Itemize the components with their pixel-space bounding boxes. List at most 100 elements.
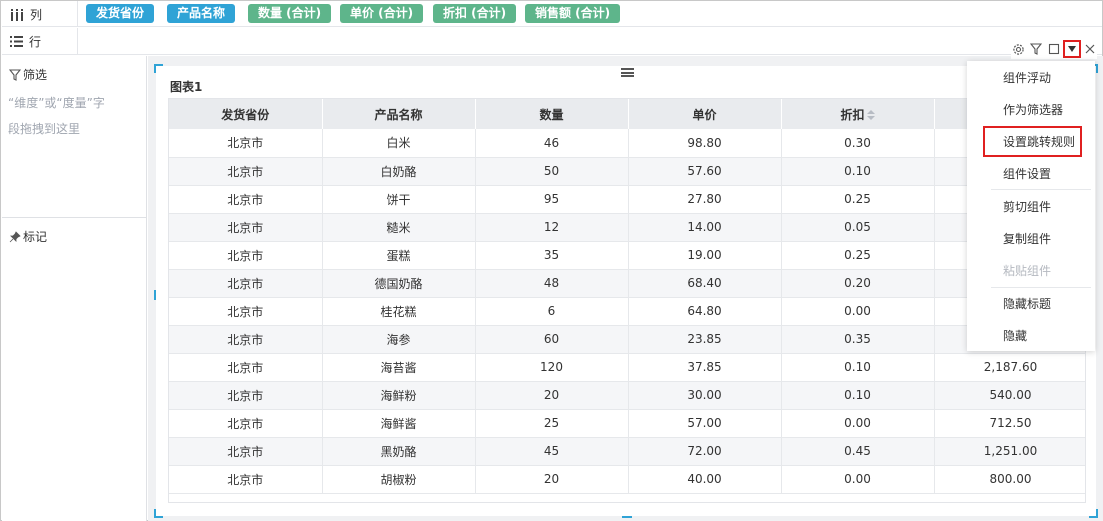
pill-province[interactable]: 发货省份 [86,4,155,23]
table-cell: 27.80 [628,185,782,214]
pill-discount-sum[interactable]: 折扣 (合计) [433,4,517,23]
table-row[interactable]: 北京市 海鲜酱 25 57.00 0.00 712.50 [169,409,1085,438]
table-row[interactable]: 北京市 德国奶酪 48 68.40 0.20 [169,269,1085,298]
table-cell: 48 [475,269,629,298]
resize-handle[interactable] [154,64,163,73]
table-row[interactable]: 北京市 饼干 95 27.80 0.25 [169,185,1085,214]
table-cell: 2,187.60 [934,353,1085,382]
table-cell: 0.20 [781,269,935,298]
table-row[interactable]: 北京市 黑奶酪 45 72.00 0.45 1,251.00 [169,437,1085,466]
table-header-row: 发货省份 产品名称 数量 单价 折扣 [169,99,1085,129]
gear-icon[interactable] [1011,42,1025,56]
header-unit-price[interactable]: 单价 [628,99,782,129]
row-list-icon [10,36,23,47]
drag-handle-icon[interactable] [621,68,634,77]
table-row[interactable]: 北京市 海参 60 23.85 0.35 [169,325,1085,354]
menu-item-hide-title[interactable]: 隐藏标题 [967,289,1095,319]
table-cell: 北京市 [169,465,323,494]
table-cell: 北京市 [169,185,323,214]
table-row[interactable]: 北京市 胡椒粉 20 40.00 0.00 800.00 [169,465,1085,494]
table-cell: 北京市 [169,381,323,410]
table-cell: 6 [475,297,629,326]
resize-handle[interactable] [154,290,156,300]
table-row[interactable]: 北京市 白米 46 98.80 0.30 [169,129,1085,158]
menu-item-widget-settings[interactable]: 组件设置 [967,159,1095,189]
shelf-divider [77,1,78,27]
table-cell: 800.00 [934,465,1085,494]
columns-shelf[interactable]: 列 发货省份 产品名称 数量 (合计) 单价 (合计) 折扣 (合计) 销售额 … [2,1,1102,27]
header-product-name[interactable]: 产品名称 [322,99,476,129]
pill-unit-price-sum[interactable]: 单价 (合计) [340,4,424,23]
menu-item-as-filter[interactable]: 作为筛选器 [967,95,1095,125]
marks-title: 标记 [23,230,48,244]
table-cell: 北京市 [169,213,323,242]
header-quantity[interactable]: 数量 [475,99,629,129]
table-row[interactable]: 北京市 蛋糕 35 19.00 0.25 [169,241,1085,270]
table-cell: 海参 [322,325,476,354]
filter-hint-line: 段拖拽到这里 [8,122,81,136]
table-cell: 46 [475,129,629,158]
table-cell: 糙米 [322,213,476,242]
left-panel: 筛选 “维度”或“度量”字 段拖拽到这里 标记 [2,56,147,521]
table-cell: 19.00 [628,241,782,270]
filter-hint-line: “维度”或“度量”字 [8,96,105,110]
table-cell: 北京市 [169,353,323,382]
resize-handle[interactable] [622,516,632,518]
resize-handle[interactable] [1089,509,1098,518]
pill-product-name[interactable]: 产品名称 [167,4,236,23]
table-cell: 0.10 [781,157,935,186]
table-cell: 12 [475,213,629,242]
shelf-divider [77,28,78,55]
table-cell: 72.00 [628,437,782,466]
highlight-outline [983,126,1082,157]
menu-item-copy[interactable]: 复制组件 [967,224,1095,254]
columns-shelf-title: 列 [10,6,42,23]
table-cell: 37.85 [628,353,782,382]
menu-item-cut[interactable]: 剪切组件 [967,192,1095,222]
table-row[interactable]: 北京市 白奶酪 50 57.60 0.10 [169,157,1085,186]
table-cell: 14.00 [628,213,782,242]
filter-drop-hint[interactable]: “维度”或“度量”字 段拖拽到这里 [8,90,138,142]
menu-item-hide[interactable]: 隐藏 [967,321,1095,351]
table-row[interactable]: 北京市 海苔酱 120 37.85 0.10 2,187.60 [169,353,1085,382]
dropdown-triangle-icon[interactable] [1063,40,1081,58]
rows-shelf[interactable]: 行 [2,28,1102,55]
panel-divider [2,217,147,218]
filter-icon[interactable] [1029,42,1043,56]
table-row[interactable]: 北京市 糙米 12 14.00 0.05 [169,213,1085,242]
table-cell: 胡椒粉 [322,465,476,494]
data-table: 发货省份 产品名称 数量 单价 折扣 北京市 白米 46 98.80 0.30 北京市 白奶… [168,98,1086,503]
rows-shelf-title: 行 [10,33,41,50]
table-cell: 25 [475,409,629,438]
close-icon[interactable] [1083,42,1097,56]
pin-icon [9,230,21,242]
table-cell: 35 [475,241,629,270]
table-cell: 德国奶酪 [322,269,476,298]
table-cell: 0.25 [781,185,935,214]
pill-sales-sum[interactable]: 销售额 (合计) [525,4,621,23]
header-province[interactable]: 发货省份 [169,99,323,129]
menu-item-float[interactable]: 组件浮动 [967,63,1095,93]
filter-icon [9,68,21,81]
table-row[interactable]: 北京市 海鲜粉 20 30.00 0.10 540.00 [169,381,1085,410]
table-widget[interactable]: 图表1 发货省份 产品名称 数量 单价 折扣 北京市 白米 46 98.80 0… [154,64,1098,518]
pill-quantity-sum[interactable]: 数量 (合计) [248,4,332,23]
header-label: 折扣 [840,107,865,122]
app-frame: 列 发货省份 产品名称 数量 (合计) 单价 (合计) 折扣 (合计) 销售额 … [0,0,1103,521]
menu-divider [991,189,1091,190]
table-row[interactable]: 北京市 桂花糕 6 64.80 0.00 [169,297,1085,326]
resize-handle[interactable] [154,509,163,518]
table-cell: 0.25 [781,241,935,270]
header-discount[interactable]: 折扣 [781,99,935,129]
maximize-icon[interactable] [1047,42,1061,56]
sort-icon[interactable] [866,109,875,121]
table-cell: 0.45 [781,437,935,466]
table-cell: 50 [475,157,629,186]
table-cell: 57.00 [628,409,782,438]
table-cell: 540.00 [934,381,1085,410]
table-cell: 北京市 [169,409,323,438]
widget-title: 图表1 [170,80,203,94]
rows-shelf-label: 行 [29,35,42,49]
table-cell: 白奶酪 [322,157,476,186]
table-cell: 0.10 [781,353,935,382]
